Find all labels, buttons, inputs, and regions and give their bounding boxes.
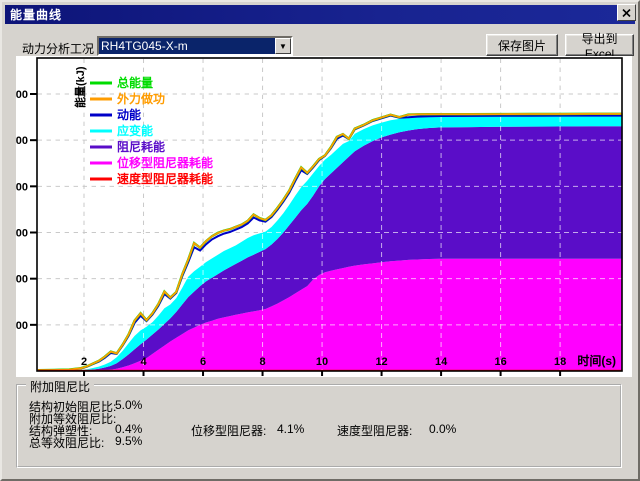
legend-label: 速度型阻尼器耗能 — [117, 171, 213, 186]
y-tick-label: 2000 — [16, 181, 28, 193]
save-image-button[interactable]: 保存图片 — [486, 34, 558, 56]
y-axis-title: 能量(kJ) — [73, 66, 87, 108]
x-tick-label: 14 — [435, 356, 448, 368]
y-tick-label: 2500 — [16, 135, 28, 147]
legend-label: 外力做功 — [117, 91, 165, 106]
legend-label: 应变能 — [117, 123, 153, 138]
condition-label: 动力分析工况 — [22, 40, 94, 57]
close-button[interactable] — [617, 4, 636, 21]
initial-damping-value: 5.0% — [115, 398, 142, 412]
x-tick-label: 16 — [494, 356, 506, 368]
chart-area: 500 1000 1500 2000 2500 3000 2 4 6 8 10 12 14 16 18 时间(… — [16, 56, 632, 377]
x-tick-label: 10 — [316, 356, 328, 368]
energy-curve-window: 能量曲线 动力分析工况 RH4TG045-X-m ▼ 保存图片 导出到Excel… — [0, 0, 640, 481]
groupbox-title: 附加阻尼比 — [26, 378, 94, 395]
velocity-damper-label: 速度型阻尼器: — [337, 422, 412, 439]
legend-label: 阻尼耗能 — [117, 139, 165, 154]
damping-ratio-groupbox: 附加阻尼比 结构初始阻尼比: 5.0% 附加等效阻尼比: 结构弹塑性: 0.4%… — [16, 384, 622, 468]
x-tick-label: 2 — [81, 356, 87, 368]
x-tick-label: 8 — [259, 356, 265, 368]
y-tick-label: 500 — [16, 320, 28, 332]
velocity-damper-value: 0.0% — [429, 422, 456, 436]
legend-label: 总能量 — [117, 75, 153, 90]
total-damping-value: 9.5% — [115, 434, 142, 448]
window-title: 能量曲线 — [10, 6, 62, 23]
displacement-damper-label: 位移型阻尼器: — [191, 422, 266, 439]
x-tick-label: 18 — [554, 356, 566, 368]
x-axis-title: 时间(s) — [577, 353, 616, 368]
displacement-damper-value: 4.1% — [277, 422, 304, 436]
condition-combobox[interactable]: RH4TG045-X-m ▼ — [97, 36, 293, 56]
energy-chart: 500 1000 1500 2000 2500 3000 2 4 6 8 10 12 14 16 18 时间(… — [16, 56, 632, 377]
chevron-down-icon[interactable]: ▼ — [275, 38, 291, 54]
y-tick-label: 1000 — [16, 274, 28, 286]
export-excel-button[interactable]: 导出到Excel — [565, 34, 634, 56]
x-tick-label: 4 — [140, 356, 147, 368]
chart-legend: 总能量外力做功动能应变能阻尼耗能位移型阻尼器耗能速度型阻尼器耗能 — [90, 75, 213, 186]
x-tick-label: 6 — [200, 356, 206, 368]
condition-value: RH4TG045-X-m — [101, 39, 188, 53]
y-tick-label: 3000 — [16, 89, 28, 101]
x-tick-label: 12 — [375, 356, 387, 368]
y-tick-label: 1500 — [16, 228, 28, 240]
legend-label: 位移型阻尼器耗能 — [117, 155, 213, 170]
legend-label: 动能 — [117, 107, 141, 122]
close-icon — [622, 9, 631, 17]
total-damping-label: 总等效阻尼比: — [29, 434, 104, 451]
titlebar[interactable]: 能量曲线 — [5, 5, 635, 24]
